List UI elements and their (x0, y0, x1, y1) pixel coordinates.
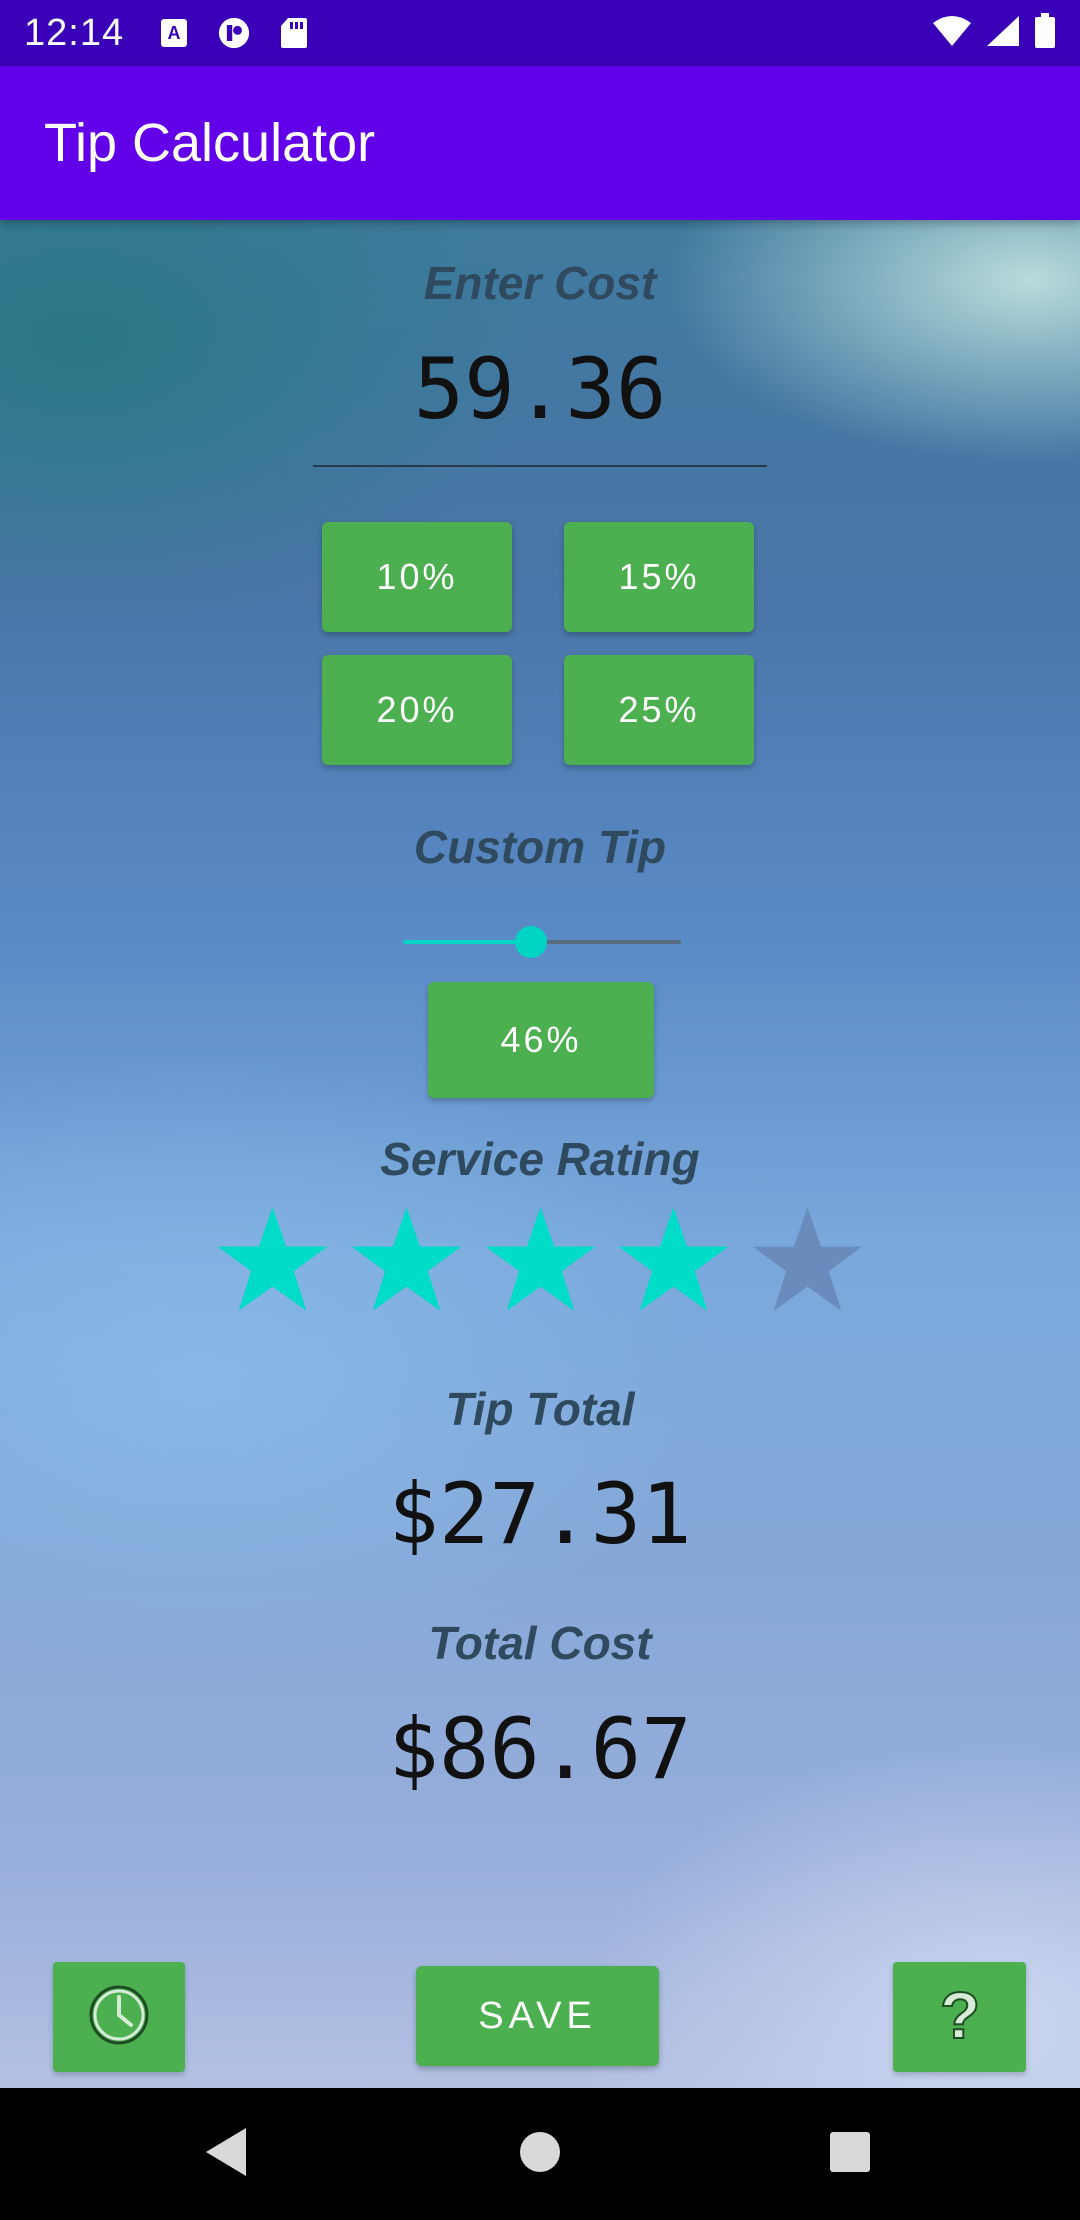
question-icon: ? (930, 1977, 990, 2055)
back-icon (202, 2126, 250, 2183)
system-nav-bar (0, 2088, 1080, 2220)
total-cost-label: Total Cost (428, 1617, 652, 1669)
app-bar: Tip Calculator (0, 66, 1080, 220)
tip-total-value: $27.31 (388, 1465, 692, 1563)
svg-text:?: ? (939, 1980, 979, 2050)
star-1-icon[interactable] (215, 1205, 330, 1320)
history-button[interactable] (53, 1962, 185, 2072)
star-rating[interactable] (215, 1205, 865, 1320)
tip-20-button[interactable]: 20% (322, 655, 512, 765)
star-4-icon[interactable] (616, 1205, 731, 1320)
svg-text:A: A (168, 23, 181, 43)
font-a-icon: A (158, 16, 190, 50)
recents-button[interactable] (820, 2124, 880, 2184)
help-button[interactable]: ? (893, 1962, 1026, 2072)
home-button[interactable] (510, 2124, 570, 2184)
sd-card-icon (278, 16, 310, 50)
custom-tip-slider[interactable] (403, 926, 681, 958)
tip-15-button[interactable]: 15% (564, 522, 754, 632)
app-title: Tip Calculator (44, 113, 376, 173)
status-right-icons (932, 12, 1056, 54)
battery-icon (1034, 12, 1056, 54)
notification-app-icon (218, 16, 250, 50)
slider-fill (403, 940, 531, 944)
service-rating-label: Service Rating (380, 1133, 700, 1185)
wifi-icon (932, 15, 972, 52)
custom-tip-label: Custom Tip (413, 821, 667, 873)
status-bar: 12:14 A (0, 0, 1080, 66)
cost-input[interactable]: 59.36 (0, 340, 1080, 438)
star-3-icon[interactable] (483, 1205, 598, 1320)
total-cost-value: $86.67 (388, 1700, 692, 1798)
signal-icon (986, 15, 1020, 52)
star-5-icon[interactable] (750, 1205, 865, 1320)
status-time: 12:14 (24, 11, 125, 54)
tip-total-label: Tip Total (445, 1383, 635, 1435)
recents-icon (829, 2131, 871, 2178)
cost-input-underline (313, 465, 767, 467)
enter-cost-label: Enter Cost (423, 257, 657, 309)
save-button[interactable]: SAVE (416, 1966, 659, 2066)
home-icon (518, 2130, 562, 2179)
clock-icon (87, 1983, 151, 2052)
slider-thumb[interactable] (514, 926, 547, 958)
star-2-icon[interactable] (349, 1205, 464, 1320)
custom-tip-button[interactable]: 46% (428, 982, 654, 1098)
back-button[interactable] (196, 2124, 256, 2184)
tip-10-button[interactable]: 10% (322, 522, 512, 632)
main-content: Enter Cost 59.36 10% 15% 20% 25% Custom … (0, 220, 1080, 2088)
tip-25-button[interactable]: 25% (564, 655, 754, 765)
